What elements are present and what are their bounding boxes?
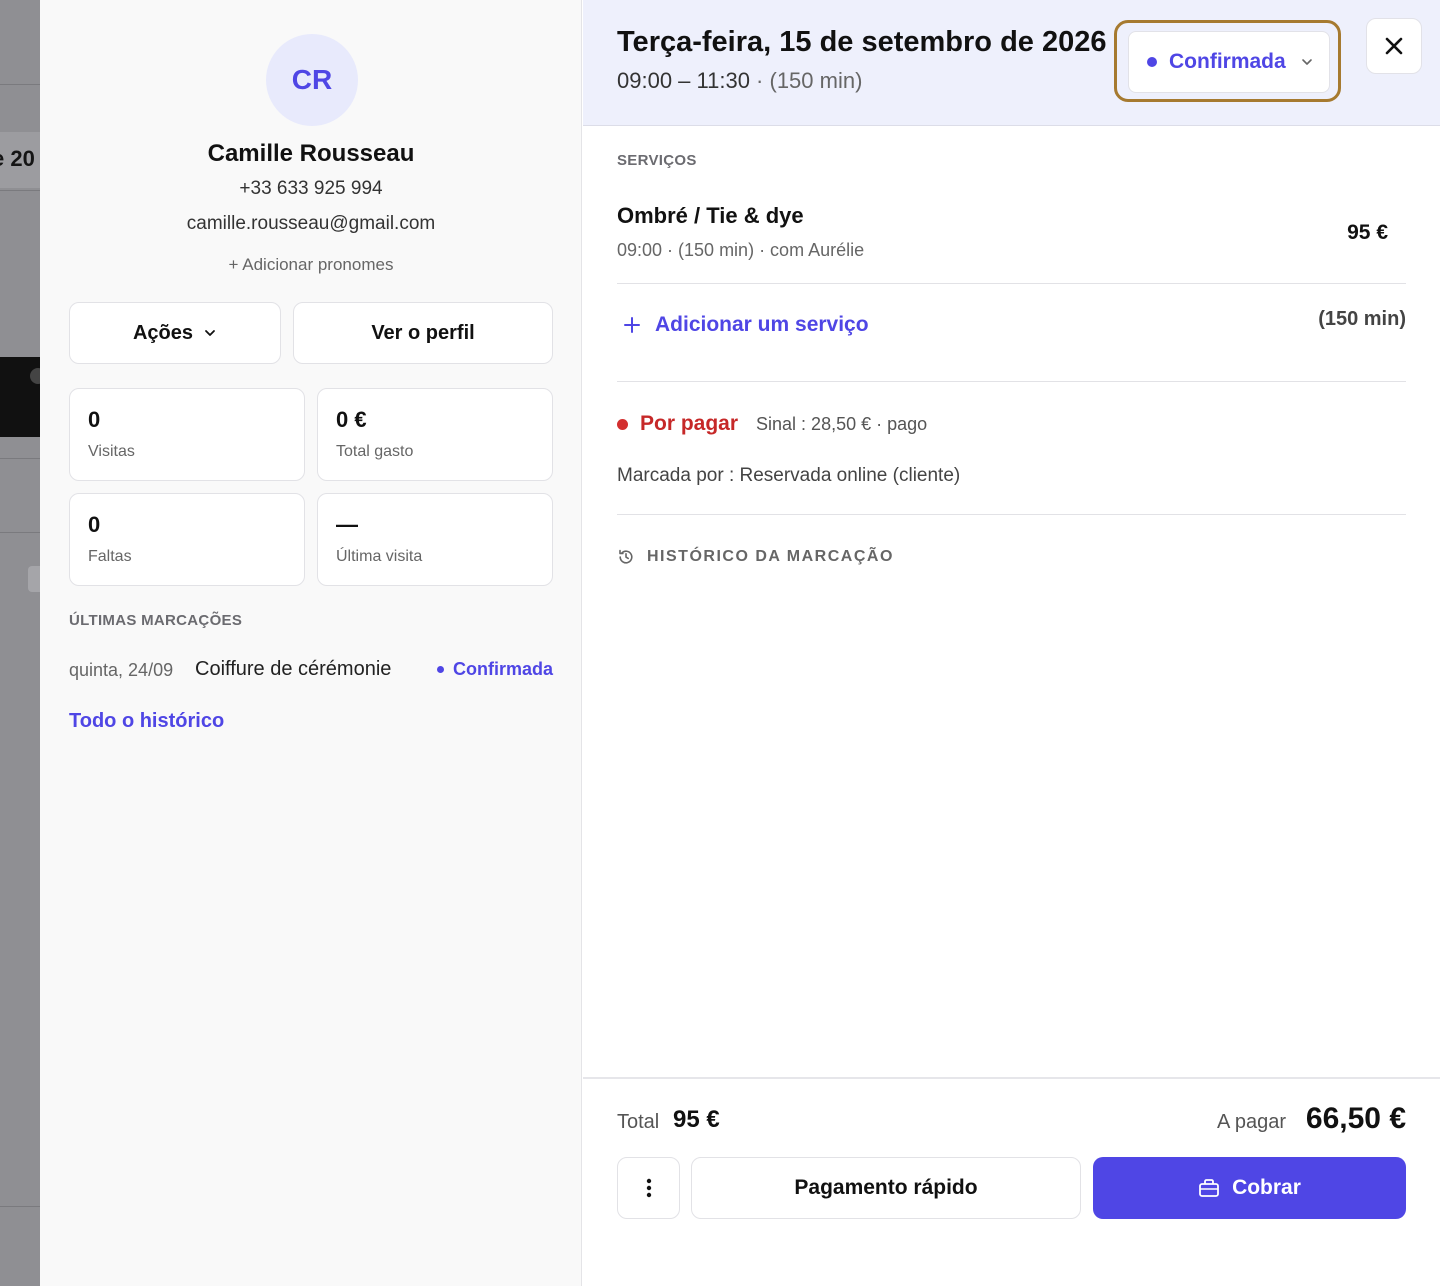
- kebab-menu-icon: [646, 1178, 651, 1198]
- bg-divider: [0, 190, 40, 191]
- divider: [617, 283, 1406, 284]
- bg-divider: [0, 1206, 40, 1207]
- close-button[interactable]: [1366, 18, 1422, 74]
- history-icon: [619, 549, 633, 564]
- divider: [617, 514, 1406, 515]
- amount-due-label: A pagar: [1217, 1111, 1286, 1133]
- more-options-button[interactable]: [617, 1157, 680, 1219]
- booking-time-range: 09:00 – 11:30: [617, 68, 750, 93]
- stat-value: 0 €: [336, 407, 367, 432]
- service-price: 95 €: [1347, 221, 1388, 244]
- register-icon: [1199, 1179, 1219, 1197]
- stat-label: Visitas: [88, 443, 135, 460]
- client-name: Camille Rousseau: [207, 140, 415, 167]
- stat-label: Total gasto: [336, 443, 414, 460]
- divider: [617, 381, 1406, 382]
- actions-dropdown-button[interactable]: Ações: [69, 302, 281, 364]
- booking-history-toggle[interactable]: HISTÓRICO DA MARCAÇÃO: [617, 548, 894, 566]
- total-duration: (150 min): [1318, 308, 1406, 330]
- stat-card-last-visit: — Última visita: [317, 493, 553, 586]
- stat-value: 0: [88, 407, 101, 432]
- booking-time-separator: ·: [749, 68, 770, 93]
- amount-due-value: 66,50 €: [1305, 1102, 1406, 1135]
- status-dot-icon: [436, 666, 444, 673]
- charge-button[interactable]: Cobrar: [1093, 1157, 1406, 1219]
- recent-booking-date: quinta, 24/09: [69, 660, 174, 680]
- quick-payment-button[interactable]: Pagamento rápido: [691, 1157, 1081, 1219]
- recent-booking-status-label: Confirmada: [452, 659, 553, 679]
- actions-label: Ações: [132, 321, 194, 344]
- stat-value: 0: [88, 512, 101, 537]
- view-profile-button[interactable]: Ver o perfil: [293, 302, 553, 364]
- booking-date: Terça-feira, 15 de setembro de 2026: [617, 26, 1107, 58]
- services-title: SERVIÇOS: [617, 152, 697, 169]
- recent-booking-service: Coiffure de cérémonie: [195, 658, 392, 680]
- unpaid-dot-icon: [617, 418, 628, 430]
- stat-label: Faltas: [88, 548, 132, 565]
- stat-card-total-spent: 0 € Total gasto: [317, 388, 553, 481]
- bg-date-fragment: e 20: [0, 146, 35, 171]
- add-pronouns-link[interactable]: + Adicionar pronomes: [40, 255, 582, 275]
- service-name[interactable]: Ombré / Tie & dye: [617, 203, 804, 229]
- charge-label: Cobrar: [1232, 1176, 1301, 1199]
- bg-divider: [0, 532, 40, 533]
- chevron-down-icon: [205, 330, 215, 336]
- booking-panel: Terça-feira, 15 de setembro de 2026 09:0…: [583, 0, 1440, 1286]
- bg-avatar-dot: [30, 368, 40, 384]
- status-dot-icon: [1147, 57, 1157, 67]
- total-label: Total: [617, 1111, 660, 1133]
- bg-divider: [0, 458, 40, 459]
- checkout-footer: Total 95 € A pagar 66,50 € Pagamento ráp…: [583, 1077, 1440, 1286]
- bg-divider: [0, 84, 40, 85]
- booking-status-select[interactable]: Confirmada: [1128, 31, 1330, 93]
- full-history-link[interactable]: Todo o histórico: [69, 710, 224, 733]
- payment-status: Por pagar: [640, 412, 739, 435]
- booking-duration: (150 min): [769, 68, 863, 93]
- stat-card-visits: 0 Visitas: [69, 388, 305, 481]
- client-panel: CR Camille Rousseau +33 633 925 994 cami…: [40, 0, 582, 1286]
- booked-by: Marcada por : Reservada online (cliente): [617, 465, 961, 486]
- chevron-down-icon: [1302, 59, 1312, 65]
- stat-value: —: [336, 512, 358, 537]
- payment-status-row: Por pagar Sinal : 28,50 € · pago: [617, 412, 927, 436]
- booking-time: 09:00 – 11:30 · (150 min): [617, 68, 862, 94]
- booking-history-label: HISTÓRICO DA MARCAÇÃO: [647, 548, 894, 565]
- recent-bookings-title: ÚLTIMAS MARCAÇÕES: [69, 612, 243, 629]
- background-app: e 20: [0, 0, 40, 1286]
- add-service-button[interactable]: Adicionar um serviço: [623, 313, 869, 337]
- total-value: 95 €: [673, 1106, 720, 1133]
- add-service-label: Adicionar um serviço: [655, 313, 869, 336]
- deposit-info: Sinal : 28,50 € · pago: [756, 413, 928, 434]
- stat-label: Última visita: [336, 548, 423, 565]
- client-phone: +33 633 925 994: [239, 178, 383, 199]
- close-icon: [1385, 37, 1403, 55]
- plus-icon: [624, 317, 640, 333]
- client-email: camille.rousseau@gmail.com: [186, 213, 436, 234]
- booking-status-label: Confirmada: [1169, 50, 1286, 73]
- client-avatar: CR: [266, 34, 358, 126]
- bg-handle: [28, 566, 40, 592]
- stat-card-no-shows: 0 Faltas: [69, 493, 305, 586]
- recent-booking-status: Confirmada: [436, 659, 553, 680]
- booking-header: Terça-feira, 15 de setembro de 2026 09:0…: [583, 0, 1440, 126]
- recent-booking-row[interactable]: quinta, 24/09 Coiffure de cérémonie Conf…: [69, 658, 553, 684]
- service-meta: 09:00 · (150 min) · com Aurélie: [617, 240, 865, 260]
